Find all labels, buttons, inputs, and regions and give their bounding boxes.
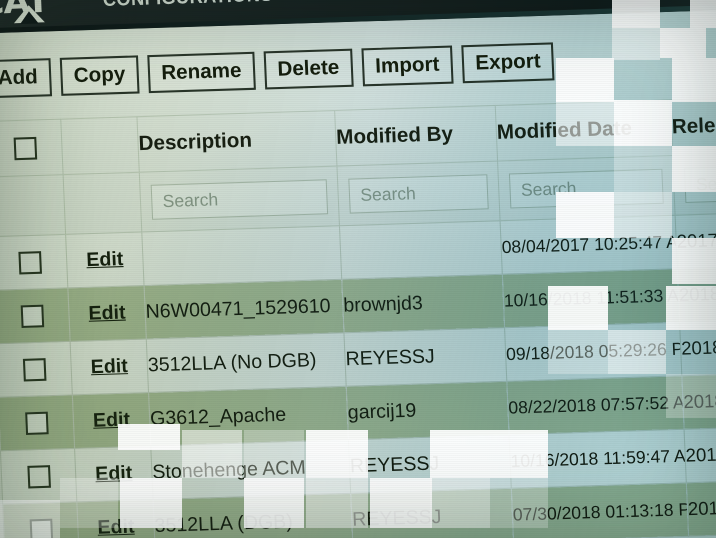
row-edit-cell: Edit bbox=[65, 231, 145, 288]
header-release[interactable]: Release bbox=[670, 97, 716, 156]
nav-item-devices[interactable]: DEVICES bbox=[313, 0, 397, 6]
edit-link[interactable]: Edit bbox=[86, 248, 124, 271]
search-input-description[interactable]: Search bbox=[150, 178, 329, 220]
header-description[interactable]: Description bbox=[136, 110, 337, 173]
cell-modified-date: 10/16/2018 11:59:47 AM bbox=[509, 429, 687, 489]
photographed-screen: CAT ® CONFIGURATIONS DEVICES SETTINGS HE… bbox=[0, 0, 716, 538]
search-cell-modified-by: Search bbox=[336, 161, 501, 226]
add-button[interactable]: Add bbox=[0, 58, 52, 99]
row-edit-cell: Edit bbox=[76, 499, 156, 538]
cell-release: 2017.9 bbox=[675, 212, 716, 269]
cell-description: G3612_Apache bbox=[148, 386, 349, 447]
row-checkbox-cell bbox=[0, 287, 71, 344]
nav-item-settings[interactable]: SETTINGS bbox=[433, 0, 528, 2]
cell-modified-by: REYESSJ bbox=[343, 327, 507, 387]
search-input-modified-by[interactable]: Search bbox=[348, 173, 489, 214]
edit-link[interactable]: Edit bbox=[88, 302, 126, 325]
header-modified-date[interactable]: Modified Date bbox=[495, 99, 673, 162]
row-checkbox[interactable] bbox=[26, 464, 51, 489]
content-area: Add Copy Rename Delete Import Export Des… bbox=[0, 8, 716, 538]
action-toolbar: Add Copy Rename Delete Import Export bbox=[0, 35, 716, 99]
cell-modified-date: 08/04/2017 10:25:47 AM bbox=[500, 215, 678, 275]
cell-release: 2018.2 bbox=[686, 480, 716, 537]
cell-description: Stonehenge ACM bbox=[150, 439, 351, 500]
cell-modified-date: 07/30/2018 01:13:18 PM bbox=[511, 482, 689, 538]
edit-link[interactable]: Edit bbox=[95, 462, 133, 485]
edit-link[interactable]: Edit bbox=[93, 409, 131, 432]
cell-modified-date: 09/18/2018 05:29:26 PM bbox=[504, 322, 682, 382]
cell-release: 2018.4 bbox=[681, 373, 716, 430]
table-body: Edit 08/04/2017 10:25:47 AM 2017.9 Edit bbox=[0, 212, 716, 538]
header-modified-by[interactable]: Modified By bbox=[334, 105, 498, 167]
search-input-release[interactable]: Search bbox=[683, 165, 716, 203]
nav-item-configurations[interactable]: CONFIGURATIONS bbox=[102, 0, 273, 12]
application-window: CAT ® CONFIGURATIONS DEVICES SETTINGS HE… bbox=[0, 0, 716, 538]
cell-modified-date: 08/22/2018 07:57:52 AM bbox=[506, 375, 685, 435]
search-input-modified-date[interactable]: Search bbox=[508, 168, 664, 209]
search-cell-release: Search bbox=[672, 152, 716, 216]
cell-description: 3512LLA (DGB) bbox=[153, 493, 353, 538]
search-cell-description: Search bbox=[139, 166, 340, 232]
copy-button[interactable]: Copy bbox=[59, 55, 140, 96]
cell-modified-by: brownjd3 bbox=[341, 274, 505, 333]
row-checkbox-cell bbox=[0, 448, 77, 505]
row-checkbox[interactable] bbox=[22, 357, 46, 381]
cell-description bbox=[141, 225, 342, 286]
search-cell-modified-date: Search bbox=[497, 155, 676, 221]
cell-description: 3512LLA (No DGB) bbox=[146, 332, 347, 393]
row-edit-cell: Edit bbox=[67, 285, 147, 342]
row-checkbox-cell bbox=[0, 341, 73, 398]
import-button[interactable]: Import bbox=[361, 45, 454, 87]
cell-release: 2018.2 bbox=[684, 426, 716, 483]
cat-logo[interactable]: CAT ® bbox=[0, 0, 66, 25]
cell-modified-date: 10/16/2018 11:51:33 AM bbox=[502, 268, 680, 328]
export-button[interactable]: Export bbox=[461, 42, 555, 84]
row-checkbox[interactable] bbox=[29, 518, 53, 538]
row-checkbox-cell bbox=[0, 234, 68, 291]
edit-link[interactable]: Edit bbox=[90, 355, 128, 378]
header-select-all-cell bbox=[0, 119, 64, 178]
row-edit-cell: Edit bbox=[70, 339, 149, 395]
search-cell-edit bbox=[63, 172, 142, 235]
cell-release: 2018.2 bbox=[679, 319, 716, 376]
cell-release: 2018.2 bbox=[677, 266, 716, 323]
row-checkbox[interactable] bbox=[17, 250, 42, 274]
select-all-checkbox[interactable] bbox=[13, 136, 37, 160]
delete-button[interactable]: Delete bbox=[263, 48, 354, 90]
header-edit bbox=[60, 116, 140, 175]
configurations-table: Description Modified By Modified Date Re… bbox=[0, 97, 716, 538]
row-checkbox-cell bbox=[2, 501, 80, 538]
nav-items: CONFIGURATIONS DEVICES SETTINGS HELP bbox=[96, 0, 616, 12]
cell-modified-by: REYESSJ bbox=[350, 488, 514, 538]
cell-modified-by bbox=[339, 220, 503, 280]
search-cell-checkbox bbox=[0, 174, 66, 237]
row-checkbox[interactable] bbox=[20, 304, 44, 328]
cell-modified-by: REYESSJ bbox=[348, 434, 512, 494]
row-edit-cell: Edit bbox=[74, 446, 154, 502]
rename-button[interactable]: Rename bbox=[147, 51, 256, 94]
row-edit-cell: Edit bbox=[72, 392, 151, 449]
cell-modified-by: garcij19 bbox=[346, 381, 510, 440]
edit-link[interactable]: Edit bbox=[97, 516, 135, 538]
cell-description: N6W00471_1529610 bbox=[144, 279, 344, 340]
row-checkbox-cell bbox=[0, 394, 75, 451]
cat-logo-triangle-inner-icon bbox=[19, 11, 39, 25]
table-header: Description Modified By Modified Date Re… bbox=[0, 97, 716, 237]
row-checkbox[interactable] bbox=[24, 411, 49, 435]
